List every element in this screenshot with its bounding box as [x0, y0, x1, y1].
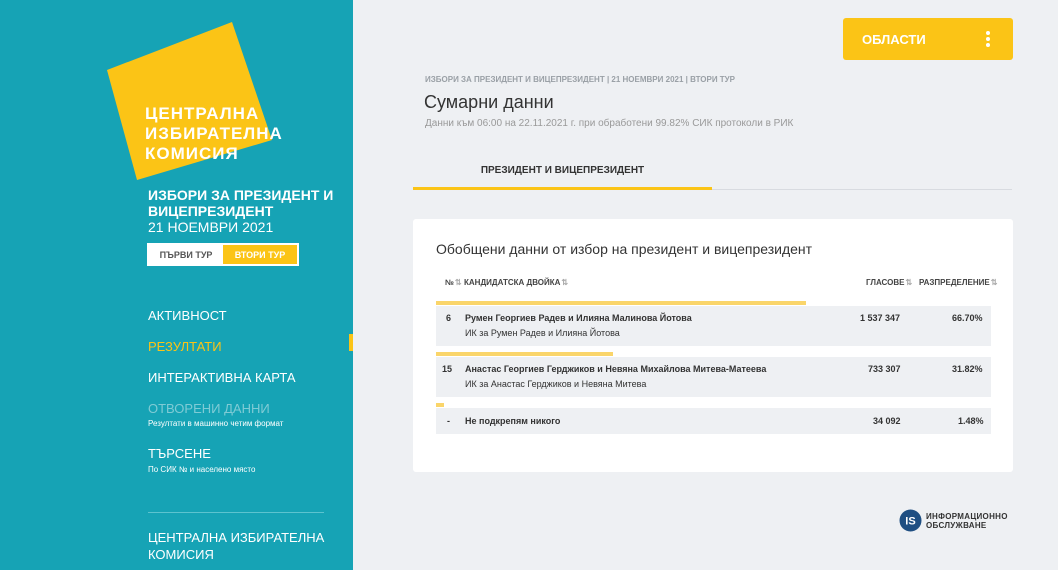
- active-nav-marker: [349, 334, 353, 351]
- results-card: Обобщени данни от избор на президент и в…: [413, 219, 1013, 472]
- logo-line-1: ЦЕНТРАЛНА: [145, 104, 260, 123]
- is-logo: IS ИНФОРМАЦИОННО ОБСЛУЖВАНЕ: [899, 509, 1008, 532]
- share-bar: [436, 352, 613, 356]
- areas-button[interactable]: ОБЛАСТИ: [843, 18, 1013, 60]
- election-date: 21 НОЕМВРИ 2021: [148, 219, 274, 235]
- row-number: 6: [446, 313, 452, 323]
- row-number: -: [447, 416, 450, 426]
- header-distribution[interactable]: РАЗПРЕДЕЛЕНИЕ⇅: [919, 278, 997, 287]
- sort-icon: ⇅: [990, 278, 998, 287]
- row-committee: ИК за Анастас Герджиков и Невяна Митева: [465, 379, 647, 389]
- share-bar: [436, 301, 806, 305]
- sidebar: ЦЕНТРАЛНА ИЗБИРАТЕЛНА КОМИСИЯ ИЗБОРИ ЗА …: [0, 0, 353, 570]
- row-committee: ИК за Румен Радев и Илияна Йотова: [465, 328, 620, 338]
- is-logo-line-2: ОБСЛУЖВАНЕ: [926, 520, 987, 530]
- row-votes: 733 307: [868, 364, 901, 374]
- is-logo-line-1: ИНФОРМАЦИОННО: [926, 511, 1008, 521]
- logo-line-2: ИЗБИРАТЕЛНА: [145, 124, 283, 143]
- cik-logo[interactable]: ЦЕНТРАЛНА ИЗБИРАТЕЛНА КОМИСИЯ: [107, 20, 287, 180]
- nav-interactive-map[interactable]: ИНТЕРАКТИВНА КАРТА: [148, 370, 296, 385]
- header-candidates[interactable]: КАНДИДАТСКА ДВОЙКА⇅: [464, 278, 568, 287]
- page-title: Сумарни данни: [424, 92, 554, 112]
- sidebar-divider: [148, 512, 324, 513]
- round-first-button[interactable]: ПЪРВИ ТУР: [149, 245, 223, 264]
- is-logo-mark: IS: [905, 516, 915, 528]
- breadcrumb: ИЗБОРИ ЗА ПРЕЗИДЕНТ И ВИЦЕПРЕЗИДЕНТ | 21…: [425, 75, 735, 84]
- header-number[interactable]: №⇅: [445, 278, 462, 287]
- nav-open-data-sub: Резултати в машинно четим формат: [148, 419, 284, 428]
- round-switch: ПЪРВИ ТУР ВТОРИ ТУР: [147, 243, 299, 266]
- sort-icon: ⇅: [454, 278, 462, 287]
- row-candidates: Румен Георгиев Радев и Илияна Малинова Й…: [465, 313, 692, 323]
- sort-icon: ⇅: [561, 278, 569, 287]
- nav-activity[interactable]: АКТИВНОСТ: [148, 308, 227, 323]
- share-bar: [436, 403, 444, 407]
- sort-icon: ⇅: [905, 278, 913, 287]
- table-row[interactable]: 6 Румен Георгиев Радев и Илияна Малинова…: [436, 306, 991, 346]
- row-percent: 1.48%: [958, 416, 984, 426]
- row-percent: 31.82%: [952, 364, 983, 374]
- header-votes[interactable]: ГЛАСОВЕ⇅: [866, 278, 912, 287]
- logo-line-3: КОМИСИЯ: [145, 144, 239, 163]
- row-candidates: Не подкрепям никого: [465, 416, 561, 426]
- nav-open-data[interactable]: ОТВОРЕНИ ДАННИ: [148, 401, 270, 416]
- row-candidates: Анастас Георгиев Герджиков и Невяна Миха…: [465, 364, 767, 374]
- tab-president[interactable]: ПРЕЗИДЕНТ И ВИЦЕПРЕЗИДЕНТ: [413, 157, 712, 190]
- nav-results[interactable]: РЕЗУЛТАТИ: [148, 339, 222, 354]
- results-title: Обобщени данни от избор на президент и в…: [436, 241, 813, 257]
- more-vertical-icon: [986, 31, 990, 47]
- sidebar-footer-link[interactable]: ЦЕНТРАЛНА ИЗБИРАТЕЛНА КОМИСИЯ: [148, 529, 328, 563]
- areas-button-label: ОБЛАСТИ: [862, 31, 926, 47]
- row-number: 15: [442, 364, 453, 374]
- is-logo-icon: IS: [899, 509, 922, 532]
- nav-search-sub: По СИК № и населено място: [148, 465, 256, 474]
- row-votes: 1 537 347: [860, 313, 901, 323]
- is-logo-text: ИНФОРМАЦИОННО ОБСЛУЖВАНЕ: [926, 512, 1008, 530]
- row-percent: 66.70%: [952, 313, 983, 323]
- page-subtitle: Данни към 06:00 на 22.11.2021 г. при обр…: [425, 118, 794, 129]
- table-row[interactable]: 15 Анастас Георгиев Герджиков и Невяна М…: [436, 357, 991, 397]
- row-votes: 34 092: [873, 416, 901, 426]
- nav-search[interactable]: ТЪРСЕНЕ: [148, 446, 211, 461]
- table-row[interactable]: - Не подкрепям никого 34 092 1.48%: [436, 408, 991, 434]
- election-title: ИЗБОРИ ЗА ПРЕЗИДЕНТ И ВИЦЕПРЕЗИДЕНТ: [148, 187, 334, 219]
- round-second-button[interactable]: ВТОРИ ТУР: [223, 245, 297, 264]
